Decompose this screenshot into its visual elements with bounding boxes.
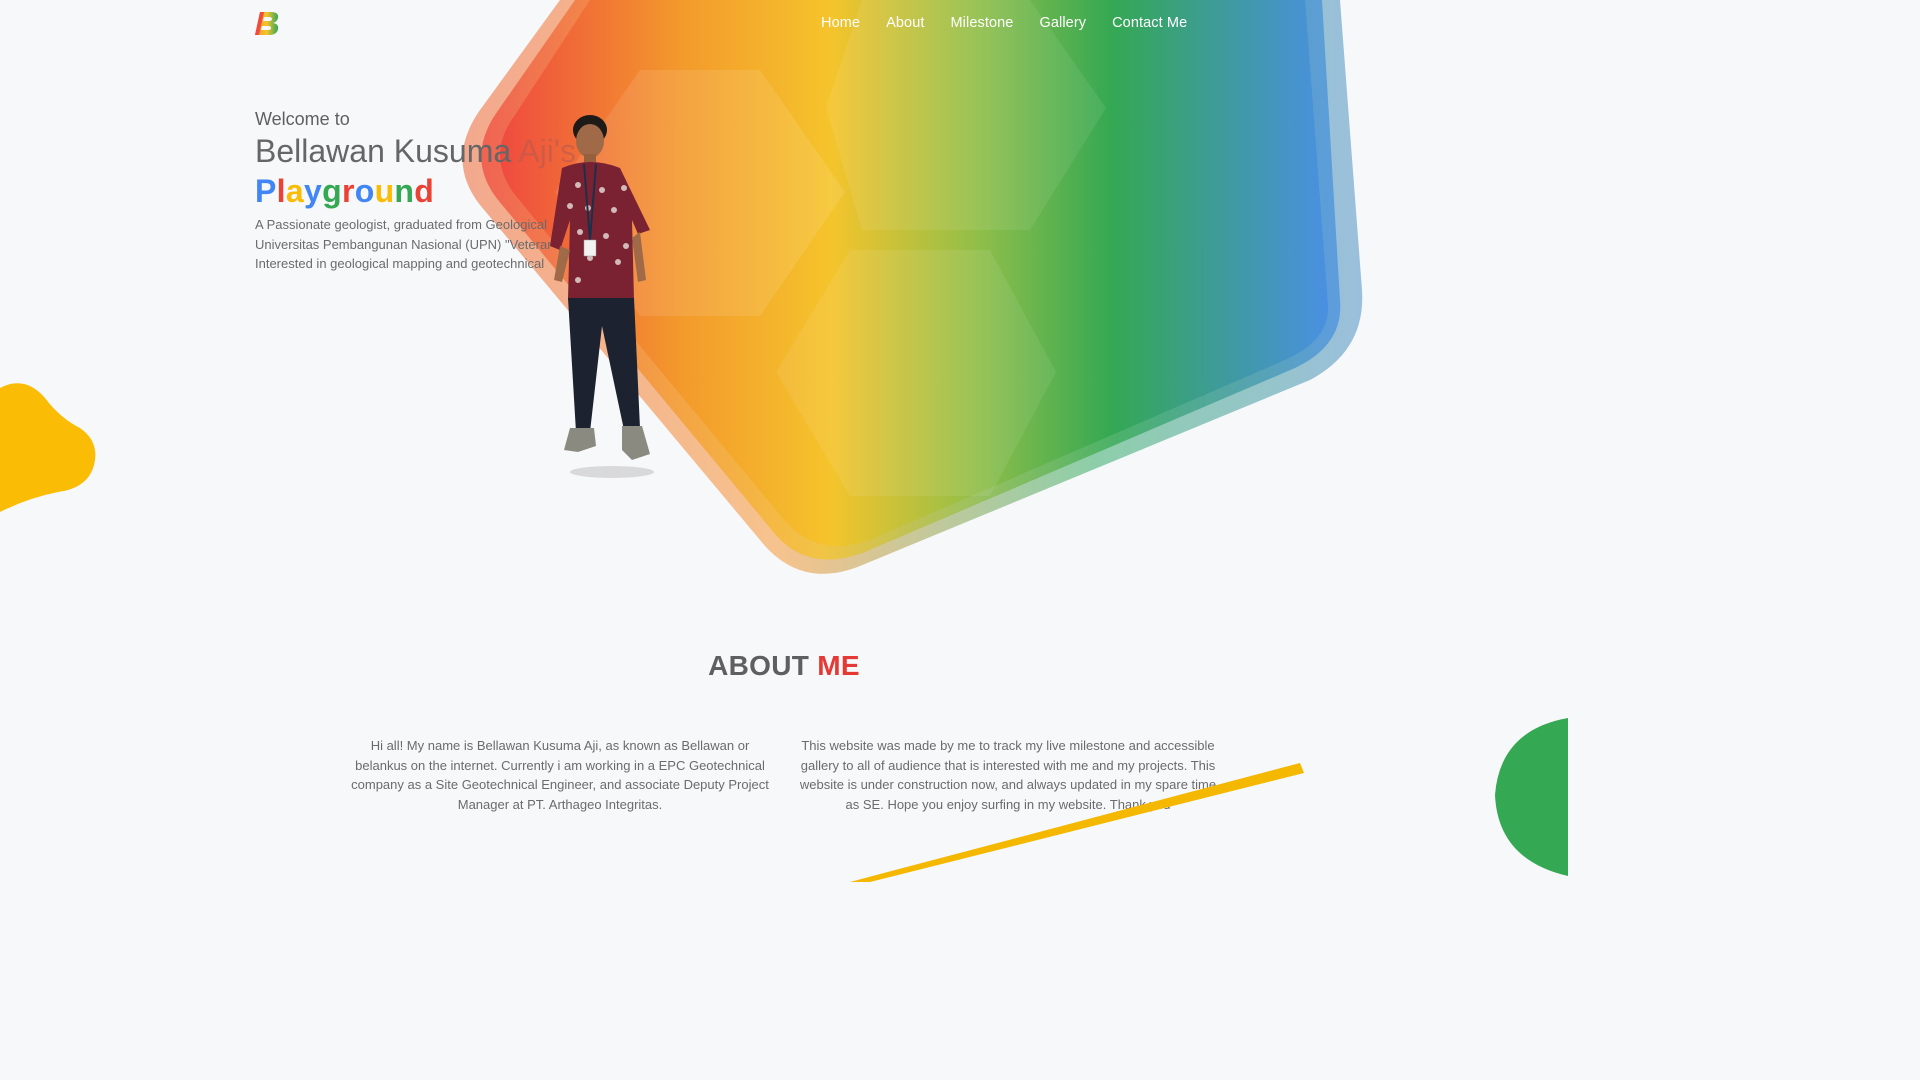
hero-section: Welcome to Bellawan Kusuma Aji's Playgro… — [255, 108, 815, 274]
playground-letter: y — [303, 173, 323, 209]
about-intro-text: Hi all! My name is Bellawan Kusuma Aji, … — [351, 738, 769, 812]
playground-letter: g — [322, 173, 342, 209]
main-nav: Home About Milestone Gallery Contact Me — [808, 12, 1200, 34]
hero-desc-line-1: A Passionate geologist, graduated from G… — [255, 217, 547, 232]
playground-letter: o — [354, 173, 375, 209]
about-title: ABOUT ME — [0, 650, 1568, 682]
nav-contact-me[interactable]: Contact Me — [1099, 12, 1200, 34]
nav-gallery[interactable]: Gallery — [1026, 12, 1099, 34]
about-title-accent: ME — [817, 650, 860, 681]
hero-name: Bellawan Kusuma Aji's — [255, 131, 815, 171]
hero-description: A Passionate geologist, graduated from G… — [255, 215, 555, 274]
hero-desc-line-2: Universitas Pembangunan Nasional (UPN) "… — [255, 236, 550, 252]
hero-name-main: Bellawan Kusuma — [255, 133, 512, 169]
playground-letter: n — [394, 173, 415, 209]
about-title-main: ABOUT — [708, 650, 810, 681]
playground-letter: l — [276, 173, 286, 209]
about-website-text: This website was made by me to track my … — [799, 738, 1217, 812]
brand-logo[interactable] — [254, 10, 282, 36]
hero-welcome: Welcome to — [255, 109, 350, 129]
playground-letter: d — [414, 173, 435, 209]
hero-playground-title: Playground — [255, 171, 815, 211]
nav-home[interactable]: Home — [808, 12, 873, 34]
playground-letter: u — [374, 173, 395, 209]
nav-about[interactable]: About — [873, 12, 937, 34]
hero-desc-line-3: Interested in geological mapping and geo… — [255, 256, 545, 271]
profile-photo — [550, 115, 654, 478]
playground-letter: P — [255, 173, 277, 209]
playground-letter: a — [285, 173, 304, 209]
nav-milestone[interactable]: Milestone — [938, 12, 1027, 34]
playground-letter: r — [341, 173, 355, 209]
